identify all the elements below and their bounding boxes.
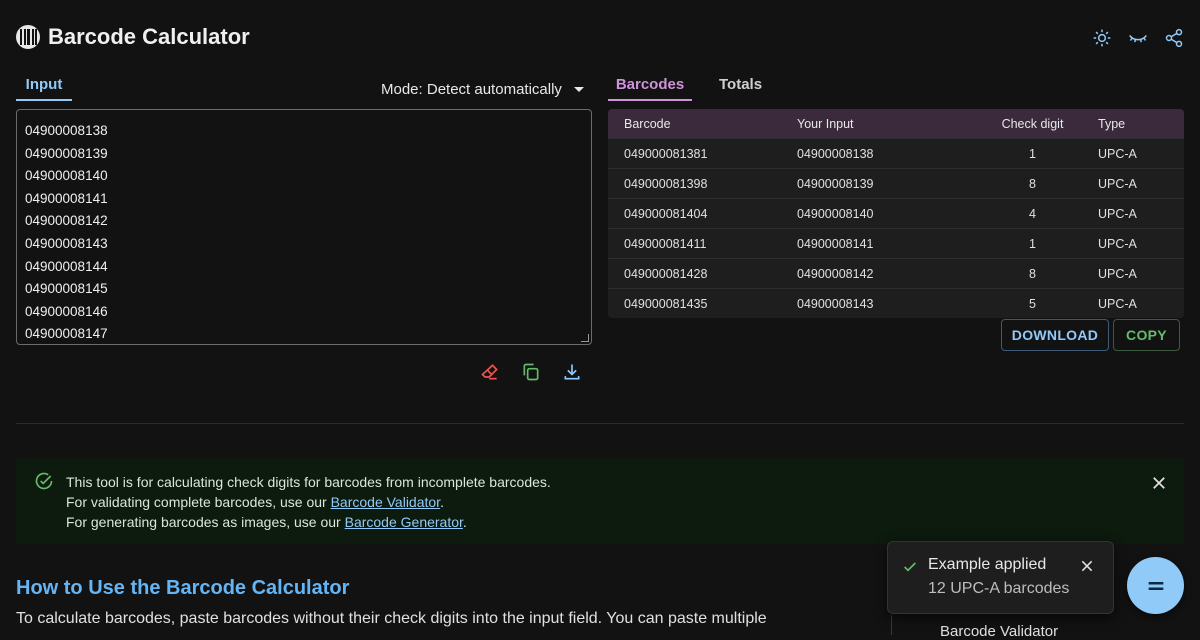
share-icon[interactable] <box>1164 28 1184 48</box>
cell-check-digit: 8 <box>1029 266 1036 281</box>
sun-icon[interactable] <box>1092 28 1112 48</box>
sidebar-item-label[interactable]: Barcode Validator <box>940 623 1058 640</box>
cell-barcode: 049000081398 <box>624 176 708 191</box>
cell-barcode: 049000081411 <box>624 236 707 251</box>
cell-type: UPC-A <box>1098 176 1137 191</box>
input-line: 04900008142 <box>25 213 108 229</box>
toast-message: 12 UPC-A barcodes <box>928 580 1070 597</box>
eye-closed-icon[interactable] <box>1128 28 1148 48</box>
cell-check-digit: 1 <box>1029 146 1036 161</box>
input-line: 04900008139 <box>25 145 108 161</box>
barcode-logo-icon <box>16 25 40 49</box>
column-header[interactable]: Type <box>1098 117 1184 131</box>
chevron-down-icon[interactable] <box>574 87 584 92</box>
table-row: 049000081398 04900008139 8 UPC-A <box>608 168 1184 198</box>
menu-icon <box>1148 581 1163 590</box>
section-paragraph: To calculate barcodes, paste barcodes wi… <box>16 610 767 627</box>
mode-select[interactable]: Mode: Detect automatically <box>381 81 562 98</box>
check-icon <box>904 562 916 572</box>
download-icon[interactable] <box>562 362 582 382</box>
table-row: 049000081411 04900008141 1 UPC-A <box>608 228 1184 258</box>
input-line: 04900008143 <box>25 235 108 251</box>
resize-handle[interactable] <box>581 334 589 342</box>
cell-check-digit: 5 <box>1029 296 1036 311</box>
close-icon[interactable] <box>1150 474 1168 492</box>
copy-button[interactable]: COPY <box>1113 319 1180 351</box>
cell-input: 04900008138 <box>797 146 874 161</box>
cell-check-digit: 8 <box>1029 176 1036 191</box>
input-line: 04900008138 <box>25 123 108 138</box>
input-line: 04900008141 <box>25 190 108 206</box>
tab-input[interactable]: Input <box>16 76 72 101</box>
cell-check-digit: 4 <box>1029 206 1036 221</box>
column-header[interactable]: Your Input <box>797 117 967 131</box>
tab-totals[interactable]: Totals <box>719 76 762 93</box>
table-row: 049000081381 04900008138 1 UPC-A <box>608 138 1184 168</box>
toast-notification: Example applied 12 UPC-A barcodes <box>887 541 1114 614</box>
cell-type: UPC-A <box>1098 146 1137 161</box>
divider <box>16 423 1184 424</box>
cell-input: 04900008140 <box>797 206 874 221</box>
section-heading: How to Use the Barcode Calculator <box>16 577 350 599</box>
cell-barcode: 049000081381 <box>624 146 708 161</box>
input-line: 04900008146 <box>25 303 108 319</box>
sidebar-partial: Barcode Validator <box>891 615 1184 640</box>
eraser-icon[interactable] <box>480 362 500 382</box>
tab-barcodes[interactable]: Barcodes <box>608 76 692 101</box>
alert-line: For generating barcodes as images, use o… <box>66 514 467 530</box>
input-line: 04900008145 <box>25 281 108 297</box>
cell-type: UPC-A <box>1098 296 1137 311</box>
cell-input: 04900008141 <box>797 236 874 251</box>
cell-barcode: 049000081435 <box>624 296 708 311</box>
cell-barcode: 049000081404 <box>624 206 708 221</box>
cell-check-digit: 1 <box>1029 236 1036 251</box>
input-line: 04900008144 <box>25 258 108 274</box>
column-header[interactable]: Barcode <box>608 117 797 131</box>
column-header[interactable]: Check digit <box>967 117 1098 131</box>
check-circle-icon <box>35 472 53 490</box>
cell-input: 04900008143 <box>797 296 874 311</box>
cell-type: UPC-A <box>1098 236 1137 251</box>
cell-barcode: 049000081428 <box>624 266 708 281</box>
menu-fab-button[interactable] <box>1127 557 1184 614</box>
cell-input: 04900008139 <box>797 176 874 191</box>
app-header: Barcode Calculator <box>16 22 1184 54</box>
info-alert: This tool is for calculating check digit… <box>16 458 1184 544</box>
results-table: Barcode Your Input Check digit Type 0490… <box>608 109 1184 318</box>
input-line: 04900008140 <box>25 168 108 184</box>
barcode-input-field[interactable]: 04900008138 04900008139 04900008140 0490… <box>16 109 592 345</box>
alert-line: This tool is for calculating check digit… <box>66 474 551 490</box>
close-icon[interactable] <box>1079 558 1095 574</box>
table-row: 049000081435 04900008143 5 UPC-A <box>608 288 1184 318</box>
table-row: 049000081404 04900008140 4 UPC-A <box>608 198 1184 228</box>
cell-type: UPC-A <box>1098 266 1137 281</box>
cell-input: 04900008142 <box>797 266 874 281</box>
table-header: Barcode Your Input Check digit Type <box>608 109 1184 138</box>
toast-title: Example applied <box>928 556 1047 573</box>
cell-type: UPC-A <box>1098 206 1137 221</box>
download-button[interactable]: DOWNLOAD <box>1001 319 1109 351</box>
copy-icon[interactable] <box>521 362 541 382</box>
alert-line: For validating complete barcodes, use ou… <box>66 494 444 510</box>
barcode-validator-link[interactable]: Barcode Validator <box>331 494 440 510</box>
barcode-generator-link[interactable]: Barcode Generator <box>345 514 463 530</box>
input-line: 04900008147 <box>25 326 108 342</box>
app-title: Barcode Calculator <box>48 24 250 49</box>
table-row: 049000081428 04900008142 8 UPC-A <box>608 258 1184 288</box>
